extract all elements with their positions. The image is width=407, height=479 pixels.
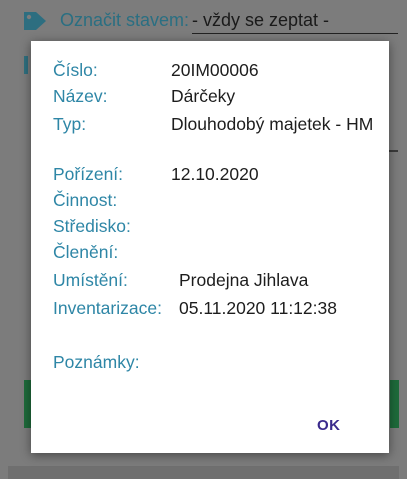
field-value: 20IM00006 <box>171 60 259 80</box>
field-value: 05.11.2020 11:12:38 <box>179 298 337 318</box>
asset-detail-dialog: Číslo: 20IM00006 Název: Dárčeky Typ: Dlo… <box>31 41 389 453</box>
field-value: Prodejna Jihlava <box>179 270 309 290</box>
field-label: Inventarizace: <box>53 298 162 318</box>
field-label: Pořízení: <box>53 164 124 184</box>
field-label: Středisko: <box>53 216 131 236</box>
mark-status-select[interactable]: - vždy se zeptat - <box>192 10 398 34</box>
background-button <box>390 380 399 428</box>
field-label: Členění: <box>53 242 119 262</box>
field-label: Umístění: <box>53 270 128 290</box>
ok-button[interactable]: OK <box>317 417 341 434</box>
field-label: Typ: <box>53 114 87 134</box>
background-footer <box>8 466 399 479</box>
tag-icon <box>24 12 46 30</box>
field-label: Činnost: <box>53 190 118 210</box>
background-divider <box>24 56 28 74</box>
notes-label: Poznámky: <box>53 352 140 372</box>
field-value: Dlouhodobý majetek - HM <box>171 114 374 134</box>
field-label: Název: <box>53 86 108 106</box>
field-label: Číslo: <box>53 60 98 80</box>
mark-status-label: Označit stavem: <box>60 10 190 30</box>
mark-status-bar: Označit stavem: - vždy se zeptat - <box>0 0 407 40</box>
field-value: Dárčeky <box>171 86 236 106</box>
field-value: 12.10.2020 <box>171 164 259 184</box>
